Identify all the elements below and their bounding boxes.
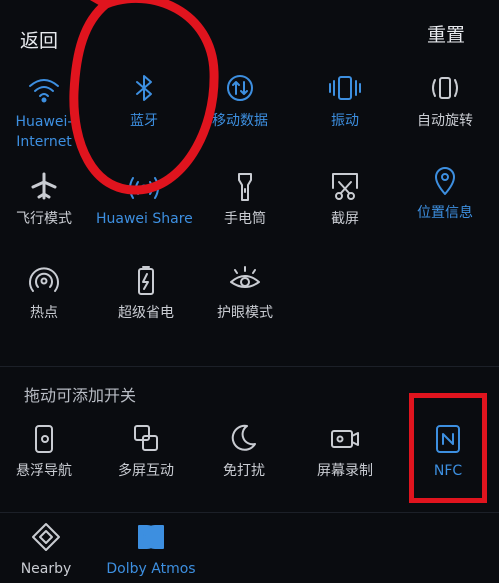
tile-auto-rotate[interactable]: 自动旋转 — [397, 72, 493, 130]
tile-label: Dolby Atmos — [106, 561, 196, 577]
tile-huawei-internet[interactable]: Huawei- Internet — [0, 72, 92, 152]
back-button[interactable]: 返回 — [20, 26, 58, 53]
tile-label: 自动旋转 — [417, 113, 473, 129]
tile-nearby[interactable]: Nearby — [0, 520, 94, 578]
share-signal-icon — [96, 170, 192, 204]
tile-screenshot[interactable]: 截屏 — [297, 170, 393, 228]
flashlight-icon — [197, 170, 293, 204]
tile-bluetooth[interactable]: 蓝牙 — [96, 72, 192, 130]
floating-nav-icon — [0, 422, 92, 456]
airplane-icon — [0, 170, 92, 204]
divider — [0, 366, 499, 367]
tile-multi-screen[interactable]: 多屏互动 — [98, 422, 194, 480]
tile-label: 振动 — [331, 113, 359, 129]
bluetooth-icon — [96, 72, 192, 106]
tile-floating-nav[interactable]: 悬浮导航 — [0, 422, 92, 480]
tile-label: 手电筒 — [224, 211, 266, 227]
reset-button[interactable]: 重置 — [427, 20, 465, 47]
tile-vibrate[interactable]: 振动 — [297, 72, 393, 130]
tile-label: 移动数据 — [212, 113, 268, 129]
tile-label: 飞行模式 — [16, 211, 72, 227]
tile-label: Huawei Share — [96, 211, 193, 227]
tile-label: 截屏 — [331, 211, 359, 227]
wifi-icon — [0, 72, 92, 106]
vibrate-icon — [297, 72, 393, 106]
battery-bolt-icon — [98, 264, 194, 298]
tile-hotspot[interactable]: 热点 — [0, 264, 92, 322]
red-box-annotation — [409, 393, 487, 503]
tile-flashlight[interactable]: 手电筒 — [197, 170, 293, 228]
tile-do-not-disturb[interactable]: 免打扰 — [196, 422, 292, 480]
top-bar: 返回 重置 — [0, 0, 499, 70]
tile-label: 热点 — [30, 305, 58, 321]
tile-label: Huawei- Internet — [15, 114, 73, 150]
mobile-data-icon — [192, 72, 288, 106]
multi-screen-icon — [98, 422, 194, 456]
tile-location[interactable]: 位置信息 — [397, 164, 493, 222]
divider — [0, 512, 499, 513]
dolby-icon — [103, 520, 199, 554]
scissors-icon — [297, 170, 393, 204]
eye-icon — [197, 264, 293, 298]
location-pin-icon — [397, 164, 493, 198]
drag-to-add-heading: 拖动可添加开关 — [24, 386, 137, 405]
tile-label: 悬浮导航 — [16, 463, 72, 479]
tile-label: Nearby — [20, 561, 72, 577]
tile-label: 超级省电 — [118, 305, 174, 321]
tile-label: 护眼模式 — [217, 305, 273, 321]
tile-label: 免打扰 — [223, 463, 265, 479]
nearby-diamond-icon — [0, 520, 94, 554]
tile-airplane[interactable]: 飞行模式 — [0, 170, 92, 228]
tile-mobile-data[interactable]: 移动数据 — [192, 72, 288, 130]
hotspot-icon — [0, 264, 92, 298]
tile-power-saver[interactable]: 超级省电 — [98, 264, 194, 322]
tile-label: 位置信息 — [417, 205, 473, 221]
rotate-icon — [397, 72, 493, 106]
tile-label: 多屏互动 — [118, 463, 174, 479]
tile-screen-record[interactable]: 屏幕录制 — [297, 422, 393, 480]
tile-label: 屏幕录制 — [317, 463, 373, 479]
moon-icon — [196, 422, 292, 456]
video-camera-icon — [297, 422, 393, 456]
tile-huawei-share[interactable]: Huawei Share — [96, 170, 193, 228]
tile-eye-comfort[interactable]: 护眼模式 — [197, 264, 293, 322]
tile-label: 蓝牙 — [130, 113, 158, 129]
tile-dolby-atmos[interactable]: Dolby Atmos — [103, 520, 199, 578]
